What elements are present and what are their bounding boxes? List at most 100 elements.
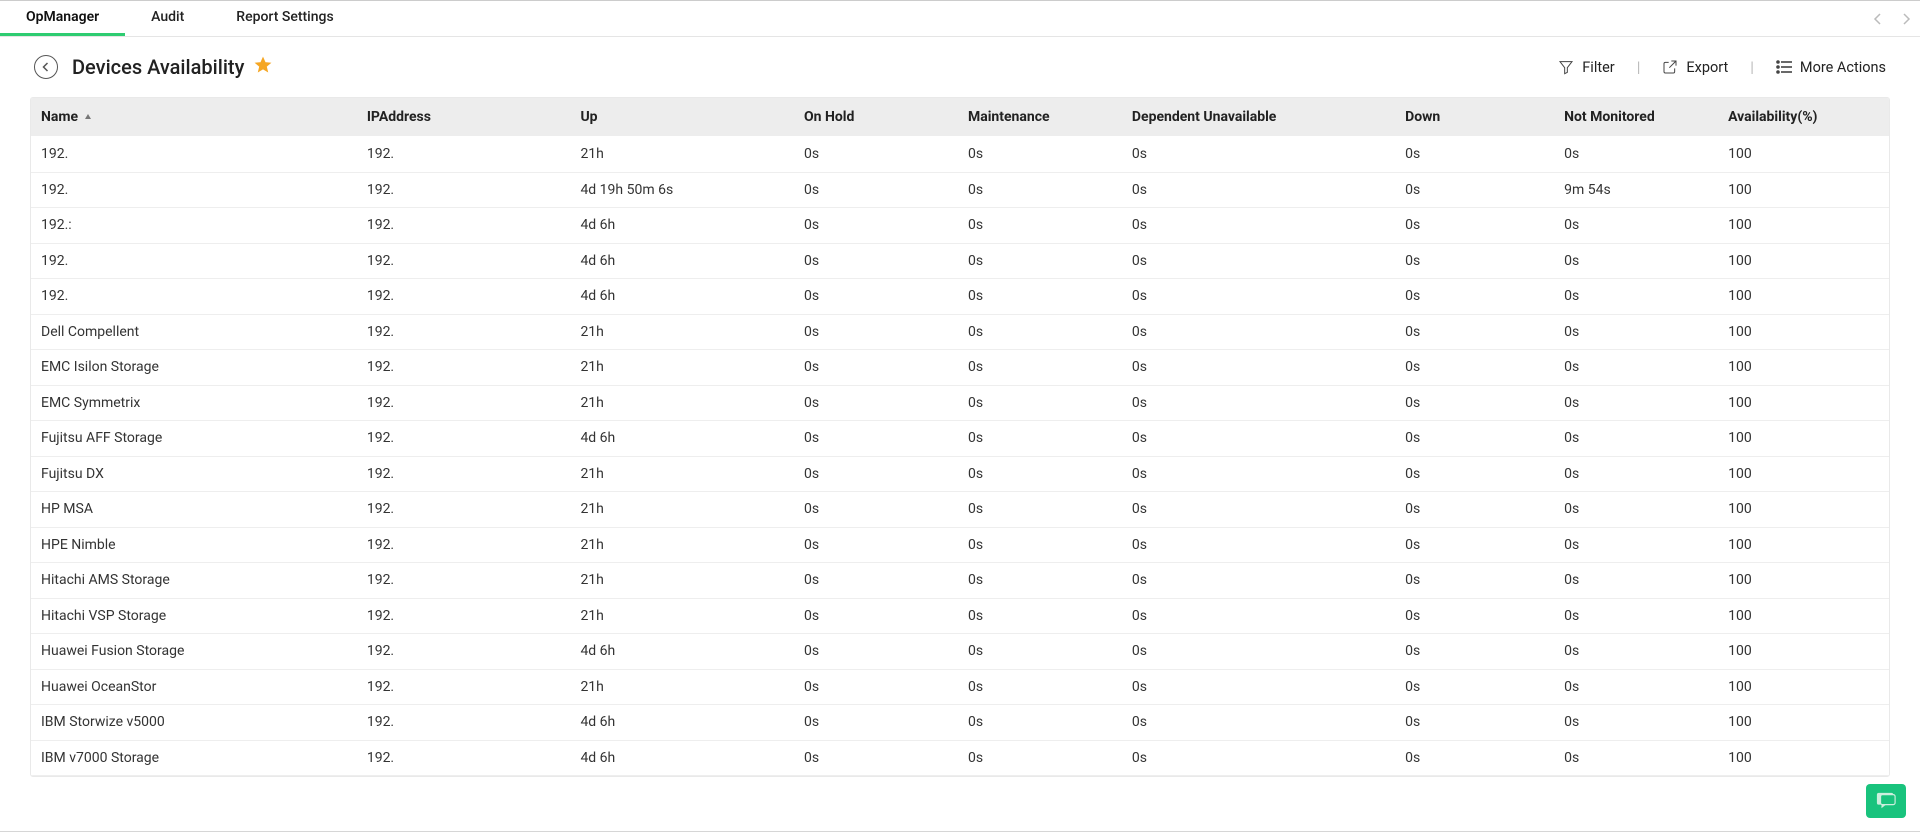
cell-ip: 192. bbox=[359, 217, 573, 233]
cell-avail: 100 bbox=[1720, 643, 1889, 659]
cell-maint: 0s bbox=[960, 572, 1124, 588]
cell-maint: 0s bbox=[960, 146, 1124, 162]
cell-avail: 100 bbox=[1720, 217, 1889, 233]
more-actions-button[interactable]: More Actions bbox=[1776, 59, 1886, 76]
cell-maint: 0s bbox=[960, 217, 1124, 233]
cell-avail: 100 bbox=[1720, 395, 1889, 411]
cell-nmon: 0s bbox=[1556, 679, 1720, 695]
table-row[interactable]: Huawei OceanStor192.21h0s0s0s0s0s100 bbox=[31, 669, 1889, 705]
table-row[interactable]: IBM v7000 Storage192.4d 6h0s0s0s0s0s100 bbox=[31, 740, 1889, 776]
cell-down: 0s bbox=[1397, 253, 1556, 269]
cell-avail: 100 bbox=[1720, 182, 1889, 198]
cell-avail: 100 bbox=[1720, 501, 1889, 517]
cell-avail: 100 bbox=[1720, 608, 1889, 624]
table-row[interactable]: Huawei Fusion Storage192.4d 6h0s0s0s0s0s… bbox=[31, 633, 1889, 669]
col-ip[interactable]: IPAddress bbox=[359, 109, 573, 125]
cell-onhold: 0s bbox=[796, 324, 960, 340]
tab-opmanager[interactable]: OpManager bbox=[0, 1, 125, 36]
col-up[interactable]: Up bbox=[572, 109, 796, 125]
table-row[interactable]: 192.192.4d 6h0s0s0s0s0s100 bbox=[31, 278, 1889, 314]
cell-maint: 0s bbox=[960, 750, 1124, 766]
table-row[interactable]: 192.192.4d 19h 50m 6s0s0s0s0s9m 54s100 bbox=[31, 172, 1889, 208]
cell-ip: 192. bbox=[359, 501, 573, 517]
table-row[interactable]: EMC Isilon Storage192.21h0s0s0s0s0s100 bbox=[31, 349, 1889, 385]
cell-ip: 192. bbox=[359, 395, 573, 411]
cell-down: 0s bbox=[1397, 395, 1556, 411]
cell-nmon: 0s bbox=[1556, 146, 1720, 162]
cell-ip: 192. bbox=[359, 714, 573, 730]
toolbar-divider: | bbox=[1637, 58, 1641, 76]
cell-dep: 0s bbox=[1124, 395, 1397, 411]
back-button[interactable] bbox=[34, 55, 58, 79]
cell-nmon: 0s bbox=[1556, 395, 1720, 411]
cell-name: IBM v7000 Storage bbox=[31, 750, 359, 766]
chat-button[interactable] bbox=[1866, 784, 1906, 818]
cell-ip: 192. bbox=[359, 253, 573, 269]
cell-dep: 0s bbox=[1124, 146, 1397, 162]
cell-avail: 100 bbox=[1720, 537, 1889, 553]
col-dep[interactable]: Dependent Unavailable bbox=[1124, 109, 1397, 125]
cell-ip: 192. bbox=[359, 750, 573, 766]
col-nmon[interactable]: Not Monitored bbox=[1556, 109, 1720, 125]
sort-asc-icon bbox=[84, 113, 92, 121]
cell-up: 21h bbox=[572, 395, 796, 411]
table-row[interactable]: EMC Symmetrix192.21h0s0s0s0s0s100 bbox=[31, 385, 1889, 421]
favorite-star-icon[interactable] bbox=[254, 56, 272, 78]
table-row[interactable]: Fujitsu DX192.21h0s0s0s0s0s100 bbox=[31, 456, 1889, 492]
cell-dep: 0s bbox=[1124, 359, 1397, 375]
col-avail[interactable]: Availability(%) bbox=[1720, 109, 1889, 125]
cell-maint: 0s bbox=[960, 288, 1124, 304]
tab-report-settings[interactable]: Report Settings bbox=[210, 1, 359, 36]
cell-ip: 192. bbox=[359, 679, 573, 695]
table-row[interactable]: Dell Compellent192.21h0s0s0s0s0s100 bbox=[31, 314, 1889, 350]
cell-avail: 100 bbox=[1720, 359, 1889, 375]
tabs-next-button[interactable] bbox=[1892, 1, 1920, 37]
table-row[interactable]: 192.:192.4d 6h0s0s0s0s0s100 bbox=[31, 207, 1889, 243]
cell-ip: 192. bbox=[359, 430, 573, 446]
table-row[interactable]: HPE Nimble192.21h0s0s0s0s0s100 bbox=[31, 527, 1889, 563]
cell-nmon: 0s bbox=[1556, 537, 1720, 553]
cell-up: 4d 6h bbox=[572, 714, 796, 730]
cell-ip: 192. bbox=[359, 359, 573, 375]
cell-onhold: 0s bbox=[796, 608, 960, 624]
devices-table: Name IPAddress Up On Hold Maintenance De… bbox=[30, 97, 1890, 777]
cell-up: 4d 6h bbox=[572, 217, 796, 233]
table-row[interactable]: Fujitsu AFF Storage192.4d 6h0s0s0s0s0s10… bbox=[31, 420, 1889, 456]
cell-dep: 0s bbox=[1124, 572, 1397, 588]
col-onhold[interactable]: On Hold bbox=[796, 109, 960, 125]
table-body[interactable]: 192.192.21h0s0s0s0s0s100192.192.4d 19h 5… bbox=[31, 136, 1889, 776]
col-down[interactable]: Down bbox=[1397, 109, 1556, 125]
filter-label: Filter bbox=[1582, 59, 1614, 76]
table-row[interactable]: Infini192.168.1.154d 19h 50m 6s0s0s0s0s9… bbox=[31, 775, 1889, 776]
tab-audit[interactable]: Audit bbox=[125, 1, 210, 36]
cell-dep: 0s bbox=[1124, 182, 1397, 198]
cell-name: 192. bbox=[31, 146, 359, 162]
tabs-nav bbox=[1864, 1, 1920, 36]
table-row[interactable]: 192.192.4d 6h0s0s0s0s0s100 bbox=[31, 243, 1889, 279]
cell-onhold: 0s bbox=[796, 572, 960, 588]
cell-onhold: 0s bbox=[796, 750, 960, 766]
table-row[interactable]: 192.192.21h0s0s0s0s0s100 bbox=[31, 136, 1889, 172]
cell-ip: 192. bbox=[359, 182, 573, 198]
cell-dep: 0s bbox=[1124, 466, 1397, 482]
filter-button[interactable]: Filter bbox=[1558, 59, 1614, 76]
top-tabs: OpManagerAuditReport Settings bbox=[0, 1, 1920, 37]
cell-down: 0s bbox=[1397, 608, 1556, 624]
cell-maint: 0s bbox=[960, 466, 1124, 482]
export-button[interactable]: Export bbox=[1662, 59, 1728, 76]
cell-nmon: 0s bbox=[1556, 501, 1720, 517]
table-row[interactable]: HP MSA192.21h0s0s0s0s0s100 bbox=[31, 491, 1889, 527]
cell-dep: 0s bbox=[1124, 217, 1397, 233]
table-row[interactable]: IBM Storwize v5000192.4d 6h0s0s0s0s0s100 bbox=[31, 704, 1889, 740]
tabs-prev-button[interactable] bbox=[1864, 1, 1892, 37]
cell-avail: 100 bbox=[1720, 679, 1889, 695]
table-row[interactable]: Hitachi AMS Storage192.21h0s0s0s0s0s100 bbox=[31, 562, 1889, 598]
cell-onhold: 0s bbox=[796, 537, 960, 553]
col-maint[interactable]: Maintenance bbox=[960, 109, 1124, 125]
cell-down: 0s bbox=[1397, 466, 1556, 482]
cell-down: 0s bbox=[1397, 182, 1556, 198]
table-row[interactable]: Hitachi VSP Storage192.21h0s0s0s0s0s100 bbox=[31, 598, 1889, 634]
cell-dep: 0s bbox=[1124, 679, 1397, 695]
cell-avail: 100 bbox=[1720, 324, 1889, 340]
col-name[interactable]: Name bbox=[31, 109, 359, 125]
